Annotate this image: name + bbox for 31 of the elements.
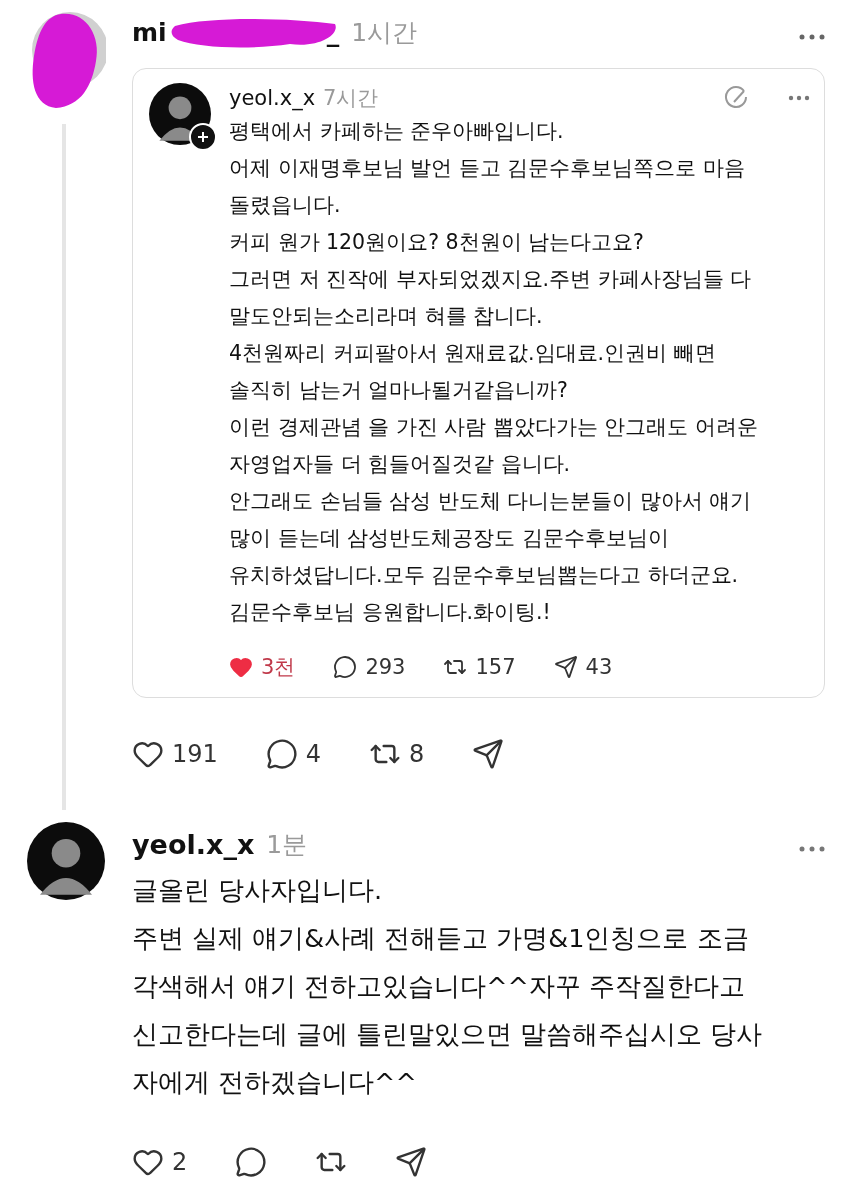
- quoted-post-card[interactable]: [132, 68, 825, 698]
- share-button[interactable]: [472, 738, 505, 770]
- share-button[interactable]: [395, 1146, 428, 1178]
- like-button[interactable]: 2: [132, 1146, 188, 1178]
- repost-button[interactable]: 8: [369, 738, 425, 770]
- username[interactable]: mi: [132, 17, 167, 47]
- reply-button[interactable]: 293: [333, 655, 406, 679]
- repost-button[interactable]: 157: [443, 655, 516, 679]
- post-time: 1분: [266, 828, 308, 861]
- paper-plane-icon: [472, 738, 505, 770]
- username[interactable]: yeol.x_x: [132, 828, 255, 860]
- like-button[interactable]: 3천: [229, 653, 296, 681]
- avatar[interactable]: [27, 822, 105, 900]
- username[interactable]: yeol.x_x: [229, 86, 316, 110]
- like-button[interactable]: 191: [132, 738, 218, 770]
- speech-bubble-icon: [333, 655, 358, 679]
- paper-plane-icon: [395, 1146, 428, 1178]
- reply-button[interactable]: [235, 1146, 268, 1178]
- share-button[interactable]: 43: [553, 655, 613, 679]
- reply-button[interactable]: 4: [265, 738, 322, 770]
- follow-plus-icon[interactable]: [189, 123, 217, 151]
- more-icon[interactable]: [788, 95, 810, 101]
- post-time: 7시간: [323, 85, 379, 112]
- speech-bubble-icon: [265, 738, 298, 770]
- edit-circle-icon[interactable]: [724, 85, 750, 111]
- speech-bubble-icon: [235, 1146, 268, 1178]
- reply-text: 글올린 당사자입니다. 주변 실제 얘기&사례 전해듣고 가명&1인칭으로 조금 각색해서 얘기 전하고있습니다^^자꾸 주작질한다고 신고한다는데 글에 틀린말있으면 말씀해주십시오 당사 자에게 전하겠습니다^^: [132, 874, 764, 1099]
- heart-icon: [229, 655, 253, 679]
- quoted-post-text: 평택에서 카페하는 준우아빠입니다. 어제 이재명후보님 발언 듣고 김문수후보님쪽으로 마음 돌렸읍니다. 커피 원가 120원이요? 8천원이 남는다고요? 그러면 저 진작에 부자되었겠지요.주변 카페사장님들 다 말도안되는소리라며 혀를 찹니다. 4천원짜리 커피팔아서 원재료값.임대료.인권비 빼면 솔직히 남는거 얼마나될거같읍니까? 이런 경제관념 을 가진 사람 뽑았다가는 안그래도 어려운 자영업자들 더 힘들어질것같 읍니다. 안그래도 손님들 삼성 반도체 다니는분들이 많아서 얘기 많이 듣는데 삼성반도체공장도 김문수후보님이 유치하셨답니다.모두 김문수후보님뽑는다고 하더군요. 김문수후보님 응원합니다.화이팅.!: [229, 118, 759, 626]
- paper-plane-icon: [553, 655, 578, 679]
- post-time: 1시간: [351, 16, 418, 49]
